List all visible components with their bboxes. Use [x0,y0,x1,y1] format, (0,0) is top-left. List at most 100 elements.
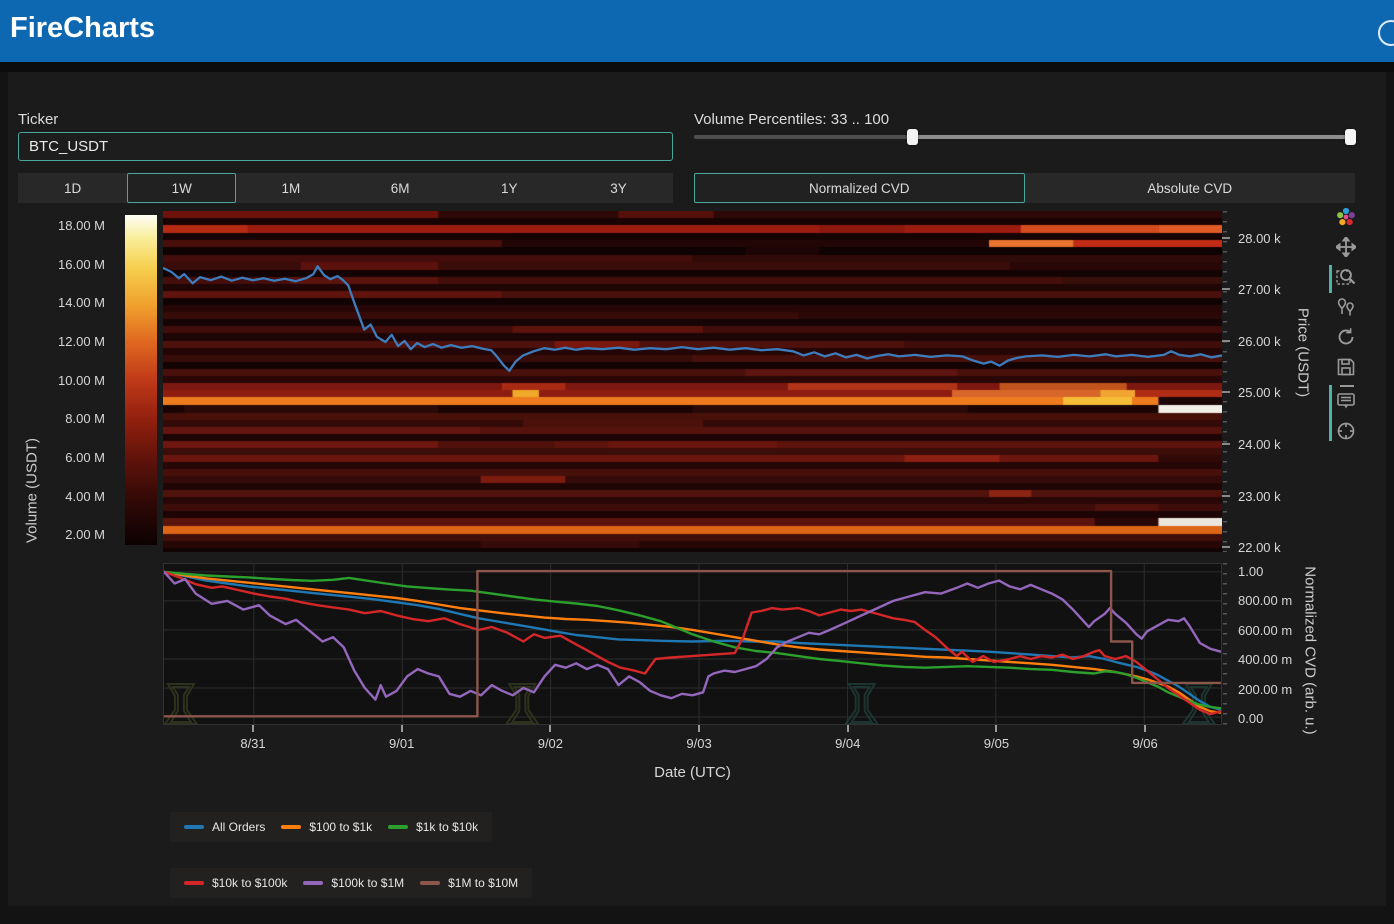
cvd-tick-label: 800.00 m [1238,593,1292,608]
save-icon[interactable] [1334,355,1358,379]
x-major-tick [698,725,700,732]
annotations-icon[interactable] [1334,389,1358,413]
plotly-logo-icon[interactable] [1334,205,1358,229]
active-tool-indicator [1329,385,1332,441]
volume-tick-label: 8.00 M [65,411,105,426]
cvd-tick-label: 1.00 [1238,564,1263,579]
cvd-axis-tick-strip [1223,563,1227,725]
slider-selected-range[interactable] [912,135,1347,139]
price-tick-label: 28.00 k [1238,231,1281,246]
price-major-tick [1222,288,1230,290]
price-major-tick [1222,495,1230,497]
pan-icon[interactable] [1334,235,1358,259]
x-major-tick [847,725,849,732]
legend-label: $100 to $1k [309,820,372,834]
volume-tick-label: 12.00 M [58,334,105,349]
timeframe-button-1w[interactable]: 1W [127,173,236,203]
x-major-tick [1144,725,1146,732]
legend-label: $1k to $10k [416,820,478,834]
ticker-input[interactable] [18,132,673,161]
legend-item--100k-to-1m[interactable]: $100k to $1M [303,876,404,890]
price-major-tick [1222,340,1230,342]
x-tick-label: 9/03 [686,736,711,751]
price-tick-label: 25.00 k [1238,385,1281,400]
legend-row-1: All Orders $100 to $1k $1k to $10k [170,812,492,842]
volume-axis-tick-labels: 18.00 M 16.00 M 14.00 M 12.00 M 10.00 M 8.00 … [20,215,105,545]
x-tick-label: 9/02 [538,736,563,751]
price-tick-label: 22.00 k [1238,540,1281,555]
x-major-tick [549,725,551,732]
x-tick-label: 9/05 [984,736,1009,751]
legend-item--100-to-1k[interactable]: $100 to $1k [281,820,372,834]
volume-tick-label: 16.00 M [58,257,105,272]
legend-swatch [281,825,301,829]
slider-handle-low[interactable] [907,129,918,145]
price-line [163,266,1222,371]
legend-label: $10k to $100k [212,876,287,890]
x-tick-label: 8/31 [240,736,265,751]
cvd-mode-button-absolute-cvd[interactable]: Absolute CVD [1025,173,1356,203]
legend-row-2: $10k to $100k $100k to $1M $1M to $10M [170,868,532,898]
cvd-mode-button-group: Normalized CVDAbsolute CVD [694,173,1355,203]
price-tick-label: 26.00 k [1238,334,1281,349]
legend-item--10k-to-100k[interactable]: $10k to $100k [184,876,287,890]
legend-swatch [420,881,440,885]
cvd-tick-label: 0.00 [1238,711,1263,726]
price-axis-title: Price (USDT) [1295,253,1312,453]
volume-tick-label: 4.00 M [65,489,105,504]
watermark-flame-icon [846,684,878,724]
legend-swatch [184,881,204,885]
cvd-line-plot[interactable] [163,563,1222,725]
volume-heatmap-plot[interactable] [163,211,1222,552]
price-line-overlay [163,211,1222,552]
legend-item--1k-to-10k[interactable]: $1k to $10k [388,820,478,834]
legend-label: $1M to $10M [448,876,518,890]
plot-modebar [1334,205,1360,449]
cvd-mode-button-normalized-cvd[interactable]: Normalized CVD [694,173,1025,203]
legend-label: $100k to $1M [331,876,404,890]
timeframe-button-6m[interactable]: 6M [346,173,455,203]
price-axis-tick-strip [1223,211,1227,552]
modebar-separator [1340,385,1354,387]
timeframe-button-1d[interactable]: 1D [18,173,127,203]
legend-item-all-orders[interactable]: All Orders [184,820,265,834]
cvd-lines [164,564,1221,724]
watermark-flame-icon [165,684,197,724]
legend-item--1m-to-10m[interactable]: $1M to $10M [420,876,518,890]
cvd-tick-label: 400.00 m [1238,652,1292,667]
volume-tick-label: 6.00 M [65,450,105,465]
volume-percentile-slider[interactable] [694,129,1355,145]
price-tick-label: 23.00 k [1238,489,1281,504]
crosshair-icon[interactable] [1334,419,1358,443]
ticker-label: Ticker [18,111,58,128]
cvd-tick-label: 200.00 m [1238,682,1292,697]
x-major-tick [995,725,997,732]
volume-tick-label: 10.00 M [58,373,105,388]
volume-tick-label: 2.00 M [65,527,105,542]
volume-colorbar [125,215,157,545]
legend-swatch [184,825,204,829]
volume-tick-label: 18.00 M [58,218,105,233]
volume-tick-label: 14.00 M [58,295,105,310]
x-axis-ticks [163,725,1222,733]
timeframe-button-1y[interactable]: 1Y [455,173,564,203]
hover-compare-icon[interactable] [1334,295,1358,319]
help-icon[interactable] [1378,20,1394,46]
x-axis-title: Date (UTC) [163,764,1222,781]
box-zoom-icon[interactable] [1334,265,1358,289]
header: FireCharts [0,0,1394,62]
active-tool-indicator [1329,265,1332,293]
app-title: FireCharts [10,12,155,45]
legend-label: All Orders [212,820,265,834]
timeframe-button-1m[interactable]: 1M [236,173,345,203]
price-tick-label: 27.00 k [1238,282,1281,297]
slider-handle-high[interactable] [1345,129,1356,145]
reset-axes-icon[interactable] [1334,325,1358,349]
price-major-tick [1222,443,1230,445]
volume-percentiles-label: Volume Percentiles: 33 .. 100 [694,111,889,128]
x-major-tick [401,725,403,732]
cvd-tick-label: 600.00 m [1238,623,1292,638]
timeframe-button-3y[interactable]: 3Y [564,173,673,203]
x-tick-label: 9/01 [389,736,414,751]
x-major-tick [252,725,254,732]
